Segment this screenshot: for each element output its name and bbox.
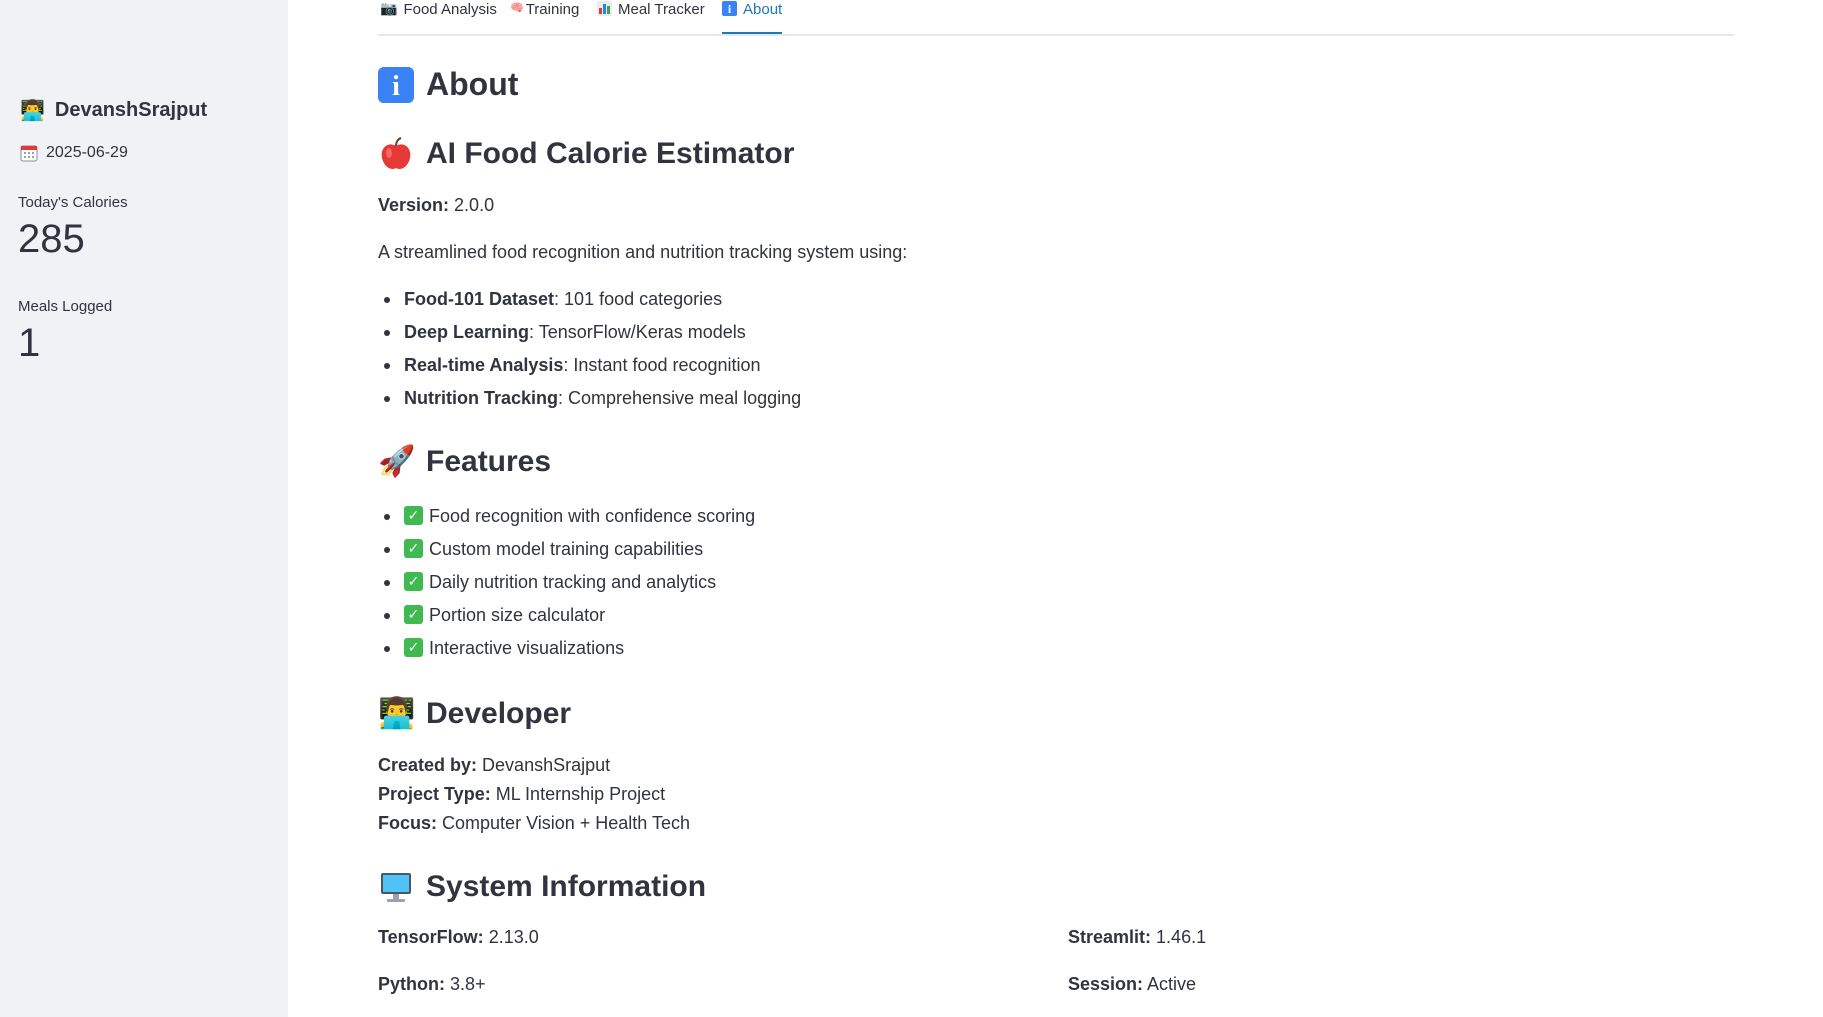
list-item: Deep Learning: TensorFlow/Keras models	[378, 316, 801, 349]
info-icon: i	[722, 1, 737, 16]
list-item: Food-101 Dataset: 101 food categories	[378, 283, 801, 316]
system-streamlit: Streamlit: 1.46.1	[1068, 927, 1207, 947]
intro-text: A streamlined food recognition and nutri…	[378, 242, 908, 262]
info-icon: i	[378, 66, 414, 103]
checkmark-icon: ✓	[404, 637, 423, 657]
about-heading: i About	[378, 66, 518, 103]
bar-chart-icon	[597, 1, 612, 16]
checkmark-icon: ✓	[404, 505, 423, 525]
developer-created-by: Created by: DevanshSrajput	[378, 755, 611, 775]
rocket-icon: 🚀	[378, 444, 416, 479]
list-item: ✓ Custom model training capabilities	[378, 533, 755, 566]
app-title: AI Food Calorie Estimator	[378, 136, 794, 172]
list-item: Real-time Analysis: Instant food recogni…	[378, 349, 801, 382]
checkmark-icon: ✓	[404, 538, 423, 558]
tab-training[interactable]: 🧠 Training	[510, 0, 579, 33]
svg-text:i: i	[392, 71, 400, 102]
sidebar-user: 👨‍💻 DevanshSrajput	[20, 98, 207, 122]
developer-project-type: Project Type: ML Internship Project	[378, 784, 666, 804]
main-content: 📷 Food Analysis 🧠 Training Meal Tracker …	[378, 0, 1734, 1017]
apple-icon	[378, 136, 414, 172]
system-session: Session: Active	[1068, 974, 1197, 994]
camera-icon: 📷	[380, 1, 398, 17]
developer-focus: Focus: Computer Vision + Health Tech	[378, 813, 691, 833]
checkmark-icon: ✓	[404, 571, 423, 591]
list-item: Nutrition Tracking: Comprehensive meal l…	[378, 382, 801, 415]
sidebar-date: 2025-06-29	[20, 144, 128, 162]
calendar-icon	[20, 144, 38, 162]
list-item: ✓ Daily nutrition tracking and analytics	[378, 566, 755, 599]
tab-food-analysis[interactable]: 📷 Food Analysis	[380, 0, 497, 33]
system-python: Python: 3.8+	[378, 974, 486, 994]
metric-value-calories: 285	[18, 217, 85, 261]
metric-label-meals: Meals Logged	[18, 298, 113, 315]
system-heading: System Information	[378, 869, 706, 905]
developer-icon: 👨‍💻	[378, 696, 416, 731]
system-tensorflow: TensorFlow: 2.13.0	[378, 927, 539, 947]
version-line: Version: 2.0.0	[378, 195, 495, 215]
metric-label-calories: Today's Calories	[18, 194, 128, 211]
list-item: ✓ Food recognition with confidence scorin…	[378, 500, 755, 533]
brain-icon: 🧠	[510, 1, 524, 14]
features-heading: 🚀 Features	[378, 444, 552, 479]
developer-heading: 👨‍💻 Developer	[378, 696, 572, 731]
checkmark-icon: ✓	[404, 604, 423, 624]
computer-icon	[378, 869, 414, 905]
tab-about[interactable]: i About	[722, 0, 783, 34]
list-item: ✓ Portion size calculator	[378, 599, 755, 632]
sidebar-username: DevanshSrajput	[54, 98, 208, 121]
tab-bar: 📷 Food Analysis 🧠 Training Meal Tracker …	[378, 0, 1734, 36]
list-item: ✓ Interactive visualizations	[378, 632, 755, 665]
developer-icon: 👨‍💻	[20, 98, 45, 122]
features-list: ✓ Food recognition with confidence scorin…	[378, 500, 755, 665]
tab-meal-tracker[interactable]: Meal Tracker	[597, 0, 705, 33]
tech-list: Food-101 Dataset: 101 food categories De…	[378, 283, 801, 415]
metric-value-meals: 1	[18, 321, 41, 365]
sidebar: 👨‍💻 DevanshSrajput 2025-06-29 Today's Ca…	[0, 0, 288, 1017]
sidebar-date-value: 2025-06-29	[46, 144, 128, 161]
